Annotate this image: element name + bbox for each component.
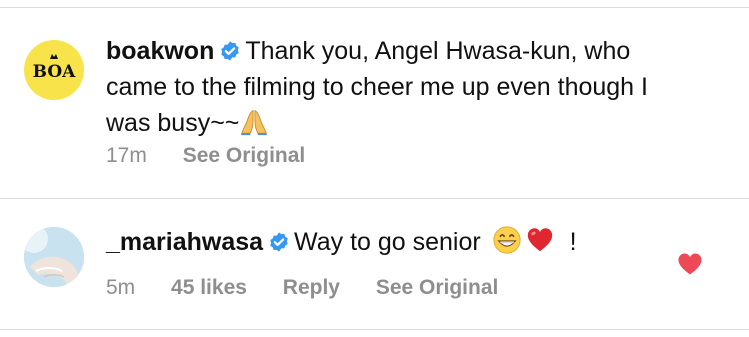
see-original-button[interactable]: See Original (376, 276, 499, 299)
like-heart-icon[interactable] (677, 252, 703, 276)
bottom-divider (0, 329, 749, 330)
see-original-button[interactable]: See Original (183, 144, 306, 167)
avatar-logo-text: BOA (33, 62, 76, 82)
grinning-face-icon (493, 226, 521, 254)
reply-button[interactable]: Reply (283, 276, 340, 299)
avatar-photo-image (24, 227, 84, 287)
comment-meta: 5m 45 likes Reply See Original (106, 276, 528, 300)
comment-meta: 17m See Original (106, 144, 335, 168)
comment-body: _mariahwasa Way to go senior ! (106, 224, 689, 260)
comment-text: Way to go senior (294, 228, 481, 256)
avatar[interactable] (24, 227, 84, 287)
folded-hands-icon (241, 110, 268, 136)
comment-time: 5m (106, 276, 136, 299)
red-heart-icon (527, 228, 552, 252)
avatar-logo: BOA (33, 54, 76, 82)
comment-item: BOA boakwon Thank you, Angel Hwasa-kun, … (0, 0, 749, 200)
verified-badge-icon (221, 41, 240, 61)
comment-time: 17m (106, 144, 147, 167)
verified-badge-icon (270, 232, 288, 252)
comment-text-end: ! (569, 228, 577, 256)
avatar[interactable]: BOA (24, 40, 84, 100)
comment-username[interactable]: _mariahwasa (106, 228, 263, 256)
comment-body: boakwon Thank you, Angel Hwasa-kun, who … (106, 33, 689, 141)
comment-username[interactable]: boakwon (106, 37, 214, 65)
comment-item: _mariahwasa Way to go senior ! 5m 45 lik… (0, 199, 749, 337)
likes-count[interactable]: 45 likes (171, 276, 247, 299)
